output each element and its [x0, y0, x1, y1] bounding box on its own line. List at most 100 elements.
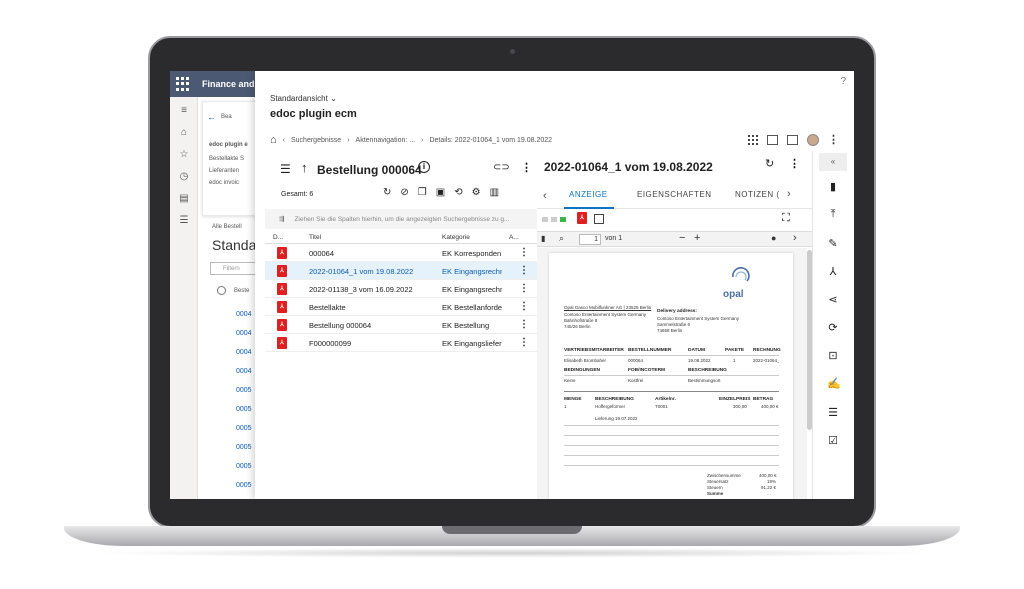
info-icon[interactable]: i: [418, 161, 430, 173]
checklist-icon[interactable]: ☰: [827, 406, 839, 419]
refresh-icon[interactable]: ↻: [383, 187, 391, 198]
more-vertical-icon[interactable]: ⋮: [521, 161, 532, 174]
tab-notizen[interactable]: NOTIZEN (: [735, 190, 780, 199]
back-row-link[interactable]: 0005: [236, 425, 252, 432]
row-menu-icon[interactable]: ⋮: [519, 319, 529, 330]
back-row-link[interactable]: 0004: [236, 330, 252, 337]
workflow-icon[interactable]: ⊡: [827, 349, 839, 362]
copy-icon[interactable]: ❐: [418, 187, 427, 198]
unlink-icon[interactable]: ⊘: [400, 187, 408, 198]
refresh-icon[interactable]: ↻: [765, 157, 774, 170]
table-row[interactable]: ⅄ Bestellung 000064 EK Bestellung ⋮: [265, 316, 537, 334]
row-category: EK Eingangsliefer: [442, 339, 502, 348]
view-selector[interactable]: Standardansicht ⌄: [270, 94, 337, 103]
pdf-icon[interactable]: ⅄: [577, 212, 587, 224]
document-icon[interactable]: ▮: [827, 180, 839, 193]
window-icon[interactable]: [787, 134, 798, 145]
history-icon[interactable]: ⟲: [454, 187, 462, 198]
doc-rule: [564, 425, 779, 426]
pdf-action-icon[interactable]: ⅄: [827, 265, 839, 278]
table-row[interactable]: ⅄ 2022-01064_1 vom 19.08.2022 EK Eingang…: [265, 262, 537, 280]
table-row[interactable]: ⅄ 000064 EK Korresponden ⋮: [265, 244, 537, 262]
share-icon[interactable]: ⋖: [827, 293, 839, 306]
back-row-link[interactable]: 0005: [236, 482, 252, 489]
sync-icon[interactable]: ⟳: [827, 321, 839, 334]
select-all-radio[interactable]: [217, 286, 226, 295]
signature-icon[interactable]: ✍: [827, 377, 841, 390]
chevron-left-icon[interactable]: ‹: [283, 137, 285, 144]
split-view-icon[interactable]: [767, 134, 778, 145]
back-row-link[interactable]: 0004: [236, 368, 252, 375]
page-number-input[interactable]: 1: [579, 234, 601, 245]
col-header[interactable]: Kategorie: [442, 234, 470, 241]
pdf-canvas[interactable]: opal Opal Gasco Mobilfunkner AG | 23525 …: [537, 248, 807, 499]
row-menu-icon[interactable]: ⋮: [519, 247, 529, 258]
back-row-link[interactable]: 0005: [236, 463, 252, 470]
star-icon[interactable]: ☆: [178, 149, 190, 161]
chevron-right-icon[interactable]: ›: [787, 188, 791, 200]
arrow-up-icon[interactable]: ↑: [301, 160, 308, 175]
breadcrumb-item[interactable]: Aktennavigation: ...: [356, 137, 416, 144]
breadcrumb-item[interactable]: Suchergebnisse: [291, 137, 341, 144]
row-menu-icon[interactable]: ⋮: [519, 301, 529, 312]
row-menu-icon[interactable]: ⋮: [519, 337, 529, 348]
back-row-link[interactable]: 0005: [236, 444, 252, 451]
col-header[interactable]: D...: [273, 234, 283, 241]
chevron-left-icon[interactable]: ‹: [543, 190, 547, 202]
search-icon[interactable]: ⌕: [559, 233, 564, 244]
back-arrow-icon[interactable]: ←: [207, 112, 216, 122]
tab-eigenschaften[interactable]: EIGENSCHAFTEN: [637, 190, 712, 199]
menu-icon[interactable]: ≡: [178, 105, 190, 117]
back-edit-link[interactable]: Bea: [221, 114, 232, 120]
sidebar-toggle-icon[interactable]: ▮: [541, 234, 545, 243]
hamburger-icon[interactable]: ☰: [280, 162, 291, 176]
back-row-link[interactable]: 0004: [236, 349, 252, 356]
back-card-line: edoc invoic: [209, 180, 240, 186]
zoom-out-icon[interactable]: −: [679, 232, 685, 244]
doc-col-head: BEDINGUNGEN: [564, 368, 600, 373]
tab-anzeige[interactable]: ANZEIGE: [569, 190, 608, 199]
workspace-icon[interactable]: ▤: [178, 193, 190, 205]
thumb-icon: [551, 217, 557, 222]
group-drop-zone[interactable]: ⇶ Ziehen Sie die Spalten hierhin, um die …: [265, 209, 537, 229]
table-row[interactable]: ⅄ Bestellakte EK Bestellanforde ⋮: [265, 298, 537, 316]
home-icon[interactable]: ⌂: [270, 134, 277, 146]
link-icon[interactable]: ⊂⊃: [493, 162, 510, 173]
back-row-link[interactable]: 0005: [236, 387, 252, 394]
back-row-link[interactable]: 0004: [236, 311, 252, 318]
chevron-right-icon[interactable]: ›: [793, 232, 797, 244]
table-row[interactable]: ⅄ F000000099 EK Eingangsliefer ⋮: [265, 334, 537, 352]
row-menu-icon[interactable]: ⋮: [519, 265, 529, 276]
col-header[interactable]: Titel: [309, 234, 321, 241]
doc-col-head: FOB/INCOTERM: [628, 368, 666, 373]
back-row-link[interactable]: 0005: [236, 406, 252, 413]
apps-grid-icon[interactable]: [748, 134, 758, 145]
excel-icon[interactable]: ▣: [436, 187, 445, 198]
avatar[interactable]: [807, 133, 819, 146]
home-icon[interactable]: ⌂: [178, 127, 190, 139]
clipboard-icon[interactable]: ☑: [827, 434, 839, 447]
zoom-in-icon[interactable]: +: [694, 232, 700, 244]
list-icon[interactable]: ☰: [178, 215, 190, 227]
checkbox-icon[interactable]: [594, 214, 604, 224]
gear-icon[interactable]: ⚙: [472, 187, 481, 198]
waffle-icon[interactable]: [176, 77, 190, 91]
back-filter-input[interactable]: Filtern: [210, 262, 256, 275]
help-icon[interactable]: ?: [840, 76, 846, 87]
opal-logo-text: opal: [723, 289, 744, 300]
collapse-icon[interactable]: «: [819, 153, 847, 171]
comment-icon[interactable]: ●: [771, 233, 776, 243]
row-menu-icon[interactable]: ⋮: [519, 283, 529, 294]
table-row[interactable]: ⅄ 2022-01138_3 vom 16.09.2022 EK Eingang…: [265, 280, 537, 298]
doc-col-head: BETRAG: [753, 397, 774, 402]
more-vertical-icon[interactable]: ⋮: [789, 157, 800, 170]
fullscreen-icon[interactable]: ⛶: [782, 212, 790, 225]
more-vertical-icon[interactable]: ⋮: [828, 133, 839, 146]
col-header[interactable]: A...: [509, 234, 519, 241]
edit-icon[interactable]: ✎: [827, 237, 839, 250]
columns-icon[interactable]: ▥: [490, 187, 499, 198]
clock-icon[interactable]: ◷: [178, 171, 190, 183]
upload-icon[interactable]: ⤒: [827, 208, 839, 221]
doc-col-head: BESTELLNUMMER: [628, 348, 672, 353]
row-category: EK Bestellanforde: [442, 303, 502, 312]
